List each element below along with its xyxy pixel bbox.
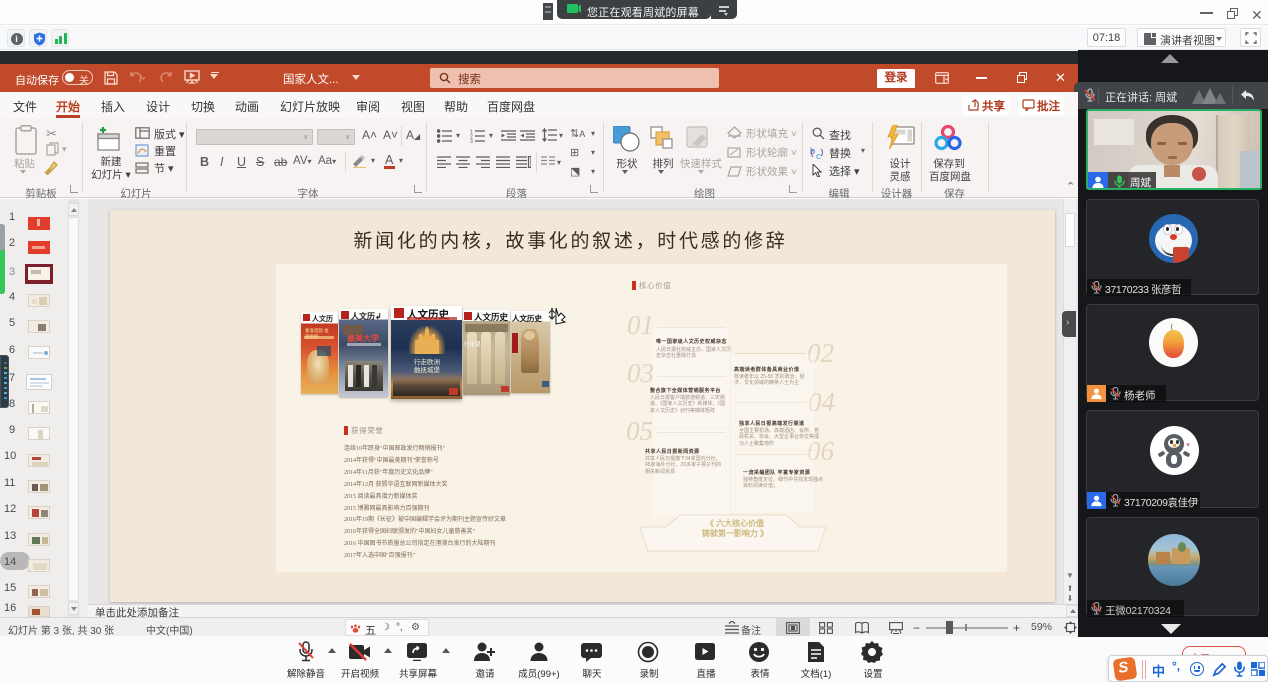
- svg-text:3: 3: [470, 139, 473, 143]
- svg-text:c: c: [816, 151, 821, 160]
